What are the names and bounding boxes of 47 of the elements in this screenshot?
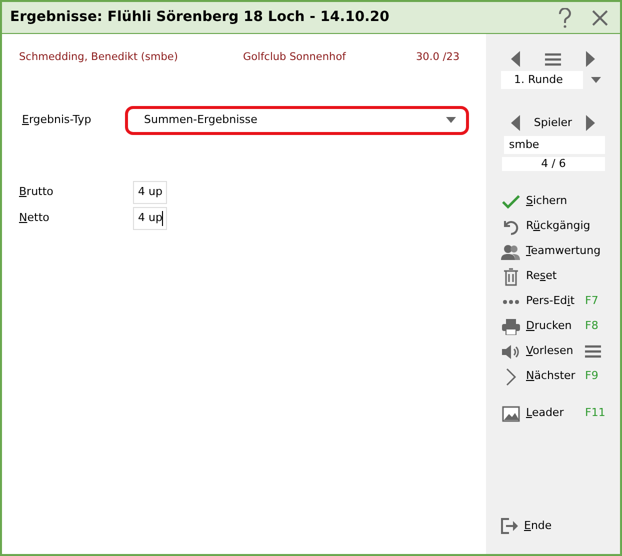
chevron-right-icon	[505, 368, 517, 386]
people-icon	[501, 244, 521, 260]
action-button[interactable]: Sichern	[501, 193, 605, 210]
shortcut: F7	[585, 293, 600, 310]
action-button[interactable]: Teamwertung	[501, 243, 605, 260]
shortcut: F9	[585, 368, 600, 384]
input-field[interactable]: 4 up	[133, 206, 167, 230]
dots-icon	[502, 298, 520, 304]
club-name: Golfclub Sonnenhof	[243, 50, 347, 65]
window-title: Ergebnisse: Flühli Sörenberg 18 Loch - 14.10.20	[10, 8, 390, 27]
field-label: Ergebnis-Typ	[21, 112, 92, 128]
close-icon[interactable]	[592, 10, 608, 26]
undo-icon	[502, 218, 520, 234]
exit-icon	[501, 518, 519, 534]
action-button[interactable]: Vorlesen	[501, 343, 585, 360]
menu-icon[interactable]	[545, 52, 561, 66]
shortcut: F11	[585, 405, 605, 422]
shortcut: F8	[585, 318, 600, 334]
trash-icon	[503, 268, 519, 286]
handicap: 30.0 /23	[416, 50, 460, 65]
action-button[interactable]: Rückgängig	[501, 218, 605, 235]
field-label: Netto	[19, 210, 50, 226]
action-button[interactable]: Leader	[501, 405, 585, 422]
player-label: Spieler	[534, 114, 572, 131]
player-name: Schmedding, Benedikt (smbe)	[19, 50, 179, 65]
input-field[interactable]: 4 up	[133, 180, 167, 204]
caret-icon	[446, 117, 456, 124]
action-button[interactable]: Pers-Edit	[501, 293, 585, 310]
next-icon[interactable]	[586, 51, 595, 67]
caret-icon	[591, 77, 601, 83]
player-position: 4 / 6	[502, 157, 605, 171]
printer-icon	[502, 318, 520, 334]
action-button[interactable]: Drucken	[501, 318, 585, 335]
help-icon[interactable]	[558, 8, 572, 28]
player-field[interactable]: smbe	[504, 136, 605, 154]
previous-icon[interactable]	[511, 115, 520, 131]
exit-button[interactable]: Ende	[501, 518, 605, 534]
action-button[interactable]: Nächster	[501, 368, 585, 386]
speaker-icon	[502, 344, 520, 360]
checkmark-icon	[502, 194, 520, 208]
image-icon	[502, 406, 520, 422]
next-icon[interactable]	[586, 115, 595, 131]
action-button[interactable]: Reset	[501, 268, 605, 286]
field-label: Brutto	[19, 184, 54, 200]
previous-icon[interactable]	[511, 51, 520, 67]
result-type-dropdown[interactable]: Summen-Ergebnisse	[125, 106, 469, 135]
round-dropdown[interactable]: 1. Runde	[501, 71, 583, 89]
